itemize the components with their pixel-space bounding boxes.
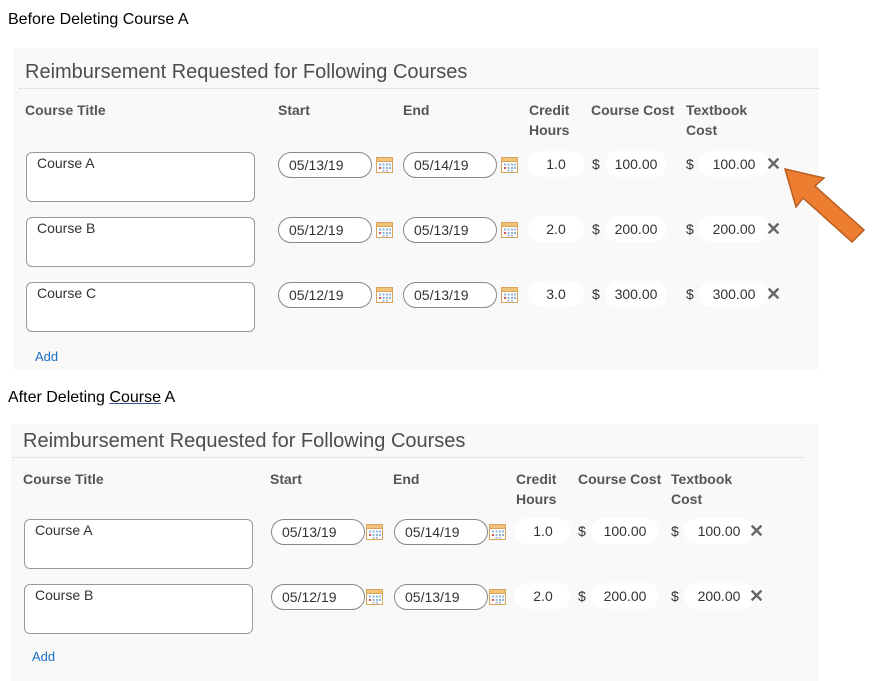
calendar-icon[interactable]: [366, 523, 383, 540]
course-cost-input[interactable]: [605, 216, 667, 242]
currency-symbol: $: [671, 588, 679, 604]
course-row: $ $ ✕: [11, 583, 819, 636]
textbook-cost-input[interactable]: [699, 151, 769, 177]
delete-row-close-icon[interactable]: ✕: [749, 518, 764, 544]
currency-symbol: $: [671, 523, 679, 539]
arrow-shape: [783, 167, 866, 244]
course-title-input[interactable]: [26, 282, 255, 332]
currency-symbol: $: [578, 523, 586, 539]
course-cost-input[interactable]: [605, 151, 667, 177]
title-divider: [13, 457, 803, 458]
annotation-arrow-icon: [783, 167, 866, 244]
end-date-input[interactable]: [403, 217, 497, 243]
reimbursement-panel-before: Reimbursement Requested for Following Co…: [13, 48, 819, 370]
credit-hours-input[interactable]: [528, 216, 584, 242]
start-date-input[interactable]: [271, 519, 365, 545]
caption-after: After Deleting Course A: [8, 389, 176, 406]
delete-row-close-icon[interactable]: ✕: [766, 216, 781, 242]
header-course-title: Course Title: [23, 471, 104, 487]
add-course-link[interactable]: Add: [32, 649, 55, 664]
reimbursement-panel-after: Reimbursement Requested for Following Co…: [11, 424, 819, 681]
calendar-icon[interactable]: [489, 523, 506, 540]
header-credit-hours: Credit Hours: [529, 102, 570, 138]
calendar-icon[interactable]: [366, 588, 383, 605]
header-credit-hours: Credit Hours: [516, 471, 557, 507]
credit-hours-input[interactable]: [515, 518, 571, 544]
caption-before: Before Deleting Course A: [8, 11, 189, 28]
header-end: End: [403, 102, 430, 118]
calendar-icon[interactable]: [489, 588, 506, 605]
delete-row-close-icon[interactable]: ✕: [766, 151, 781, 177]
course-title-input[interactable]: [24, 519, 253, 569]
end-date-input[interactable]: [403, 282, 497, 308]
currency-symbol: $: [592, 221, 600, 237]
start-date-input[interactable]: [271, 584, 365, 610]
calendar-icon[interactable]: [376, 286, 393, 303]
header-textbook-cost: Textbook Cost: [671, 471, 733, 507]
panel-title: Reimbursement Requested for Following Co…: [25, 61, 468, 83]
header-course-cost: Course Cost: [591, 102, 675, 118]
currency-symbol: $: [686, 221, 694, 237]
calendar-icon[interactable]: [376, 221, 393, 238]
currency-symbol: $: [592, 286, 600, 302]
credit-hours-input[interactable]: [528, 281, 584, 307]
course-title-input[interactable]: [24, 584, 253, 634]
panel-title: Reimbursement Requested for Following Co…: [23, 430, 466, 452]
header-end: End: [393, 471, 420, 487]
start-date-input[interactable]: [278, 152, 372, 178]
course-cost-input[interactable]: [605, 281, 667, 307]
calendar-icon[interactable]: [501, 221, 518, 238]
currency-symbol: $: [592, 156, 600, 172]
textbook-cost-input[interactable]: [684, 583, 754, 609]
calendar-icon[interactable]: [501, 286, 518, 303]
add-course-link[interactable]: Add: [35, 349, 58, 364]
currency-symbol: $: [686, 286, 694, 302]
textbook-cost-input[interactable]: [699, 216, 769, 242]
delete-row-close-icon[interactable]: ✕: [766, 281, 781, 307]
calendar-icon[interactable]: [501, 156, 518, 173]
course-cost-input[interactable]: [591, 583, 659, 609]
currency-symbol: $: [686, 156, 694, 172]
end-date-input[interactable]: [394, 584, 488, 610]
course-cost-input[interactable]: [591, 518, 659, 544]
course-row: $ $ ✕: [11, 518, 819, 571]
course-title-input[interactable]: [26, 152, 255, 202]
start-date-input[interactable]: [278, 282, 372, 308]
course-row: $ $ ✕: [13, 281, 821, 334]
header-textbook-cost: Textbook Cost: [686, 102, 748, 138]
credit-hours-input[interactable]: [515, 583, 571, 609]
header-course-title: Course Title: [25, 102, 106, 118]
course-row: $ $ ✕: [13, 151, 821, 204]
end-date-input[interactable]: [394, 519, 488, 545]
credit-hours-input[interactable]: [528, 151, 584, 177]
textbook-cost-input[interactable]: [684, 518, 754, 544]
course-title-input[interactable]: [26, 217, 255, 267]
header-start: Start: [278, 102, 310, 118]
header-start: Start: [270, 471, 302, 487]
end-date-input[interactable]: [403, 152, 497, 178]
header-course-cost: Course Cost: [578, 471, 662, 487]
start-date-input[interactable]: [278, 217, 372, 243]
course-row: $ $ ✕: [13, 216, 821, 269]
delete-row-close-icon[interactable]: ✕: [749, 583, 764, 609]
calendar-icon[interactable]: [376, 156, 393, 173]
textbook-cost-input[interactable]: [699, 281, 769, 307]
currency-symbol: $: [578, 588, 586, 604]
title-divider: [19, 88, 819, 89]
